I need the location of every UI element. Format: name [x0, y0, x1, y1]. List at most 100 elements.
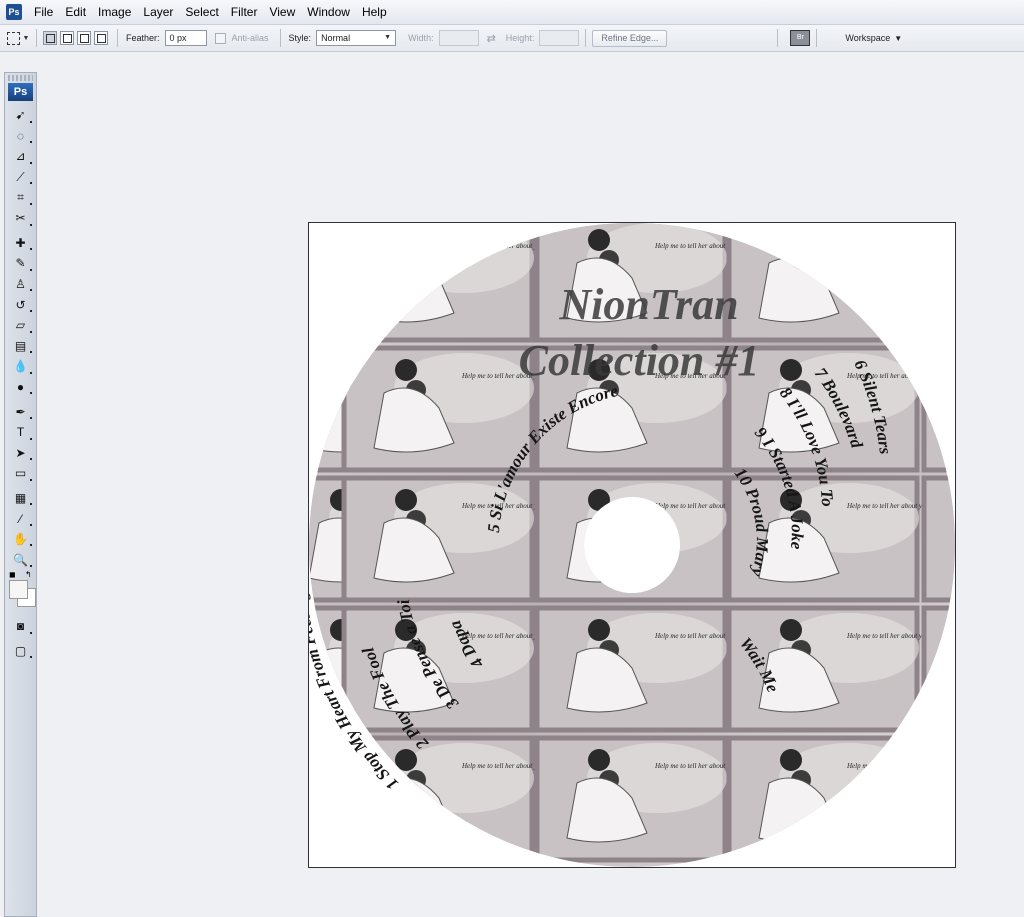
tile-caption: Help me to tell her about you	[654, 502, 738, 510]
brush-tool[interactable]: ✎	[5, 253, 36, 274]
menu-help[interactable]: Help	[356, 0, 393, 24]
tile-caption: Help me to tell her about you	[846, 502, 930, 510]
width-input[interactable]	[438, 30, 479, 46]
default-colors-icon[interactable]: ◼	[9, 570, 16, 579]
divider	[117, 29, 118, 47]
tools-panel: Ps ➹ ◌ ⊿ ⟋ ⌗ ✂ ✚ ✎ ♙ ↺ ▱ ▤ 💧 ● ✒ T ➤ ▭ ▦ ⁄ ✋ 🔍 ◼ ↰ ◙ ▢	[4, 72, 37, 917]
photo-tile: Help me to tell her about you	[921, 735, 955, 863]
photoshop-logo[interactable]: Ps	[8, 83, 33, 101]
add-to-selection-button[interactable]	[60, 31, 74, 45]
divider	[36, 29, 37, 47]
menu-image[interactable]: Image	[92, 0, 137, 24]
bridge-icon[interactable]: Br	[790, 30, 811, 46]
style-select[interactable]: Normal ▼	[316, 30, 397, 46]
rectangle-tool[interactable]: ▭	[5, 463, 36, 484]
height-input[interactable]	[539, 30, 580, 46]
photo-tile: Help me to tell her about you	[921, 223, 955, 343]
history-brush-tool[interactable]: ↺	[5, 294, 36, 315]
menu-filter[interactable]: Filter	[225, 0, 264, 24]
quick-mask-tool[interactable]: ◙	[5, 616, 36, 637]
notes-tool[interactable]: ▦	[5, 488, 36, 509]
divider	[585, 29, 587, 47]
feather-label: Feather:	[126, 33, 160, 43]
photo-tile: Help me to tell her about you	[921, 345, 955, 473]
menu-edit[interactable]: Edit	[59, 0, 92, 24]
tile-caption: Help me to tell her about you	[461, 242, 545, 250]
switch-colors-icon[interactable]: ↰	[25, 570, 32, 579]
photo-tile: Help me to tell her about you	[921, 605, 955, 733]
clone-stamp-tool[interactable]: ♙	[5, 274, 36, 295]
chevron-down-icon: ▼	[22, 34, 30, 42]
intersect-selection-icon	[97, 34, 106, 43]
width-label: Width:	[408, 33, 434, 43]
eyedropper-tool[interactable]: ⁄	[5, 508, 36, 529]
photo-tile: Help me to tell her about you	[534, 605, 738, 733]
document-canvas[interactable]: Help me to tell her about you Help me to …	[308, 222, 956, 868]
photo-tile: Help me to tell her about you	[726, 735, 930, 863]
menu-bar: Ps File Edit Image Layer Select Filter V…	[0, 0, 1024, 25]
move-tool[interactable]: ➹	[5, 105, 36, 126]
photo-tile: Help me to tell her about you	[726, 223, 930, 343]
hand-tool[interactable]: ✋	[5, 529, 36, 550]
magic-wand-tool[interactable]: ⟋	[5, 167, 36, 188]
tile-caption: Help me to tell her about you	[846, 762, 930, 770]
rectangular-marquee-icon	[6, 31, 20, 45]
cd-title-line1: NionTran	[558, 280, 738, 329]
eraser-tool[interactable]: ▱	[5, 315, 36, 336]
divider	[777, 29, 779, 47]
new-selection-button[interactable]	[43, 31, 57, 45]
lasso-tool[interactable]: ◌	[5, 126, 36, 147]
menu-window[interactable]: Window	[301, 0, 356, 24]
screen-mode-tool[interactable]: ▢	[5, 641, 36, 662]
zoom-tool[interactable]: 🔍	[5, 549, 36, 570]
antialias-label: Anti-alias	[231, 33, 269, 43]
tool-preset-picker[interactable]: ▼	[6, 29, 30, 47]
panel-grip[interactable]	[8, 75, 33, 81]
antialias-checkbox[interactable]	[214, 32, 226, 44]
intersect-selection-button[interactable]	[94, 31, 108, 45]
foreground-color-swatch[interactable]	[9, 580, 28, 600]
polygonal-lasso-tool[interactable]: ⊿	[5, 146, 36, 167]
blur-tool[interactable]: 💧	[5, 356, 36, 377]
tile-caption: Help me to tell her about you	[846, 242, 930, 250]
photo-tile: Help me to tell her about you	[921, 475, 955, 603]
menu-view[interactable]: View	[263, 0, 301, 24]
new-selection-icon	[46, 34, 55, 43]
tile-caption: Help me to tell her about you	[846, 632, 930, 640]
photo-tile: Help me to tell her about you	[341, 475, 545, 603]
style-label: Style:	[288, 33, 312, 43]
subtract-from-selection-button[interactable]	[77, 31, 91, 45]
subtract-selection-icon	[80, 34, 89, 43]
style-select-value: Normal	[321, 33, 351, 43]
divider	[816, 29, 818, 47]
cd-title-line2: Collection #1	[519, 336, 760, 385]
menu-file[interactable]: File	[28, 0, 59, 24]
refine-edge-button[interactable]: Refine Edge...	[592, 29, 668, 47]
workspace-menu[interactable]: Workspace ▼	[845, 33, 902, 43]
swap-icon[interactable]: ⇄	[487, 32, 496, 45]
mode-tools: ◙ ▢	[5, 616, 36, 661]
tile-caption: Help me to tell her about you	[654, 762, 738, 770]
options-bar: ▼ Feather: 0 px Anti-alias Style: Normal…	[0, 25, 1024, 52]
tile-caption: Help me to tell her about you	[654, 632, 738, 640]
feather-input[interactable]: 0 px	[164, 30, 207, 46]
menu-select[interactable]: Select	[179, 0, 224, 24]
slice-tool[interactable]: ✂	[5, 208, 36, 229]
dodge-tool[interactable]: ●	[5, 377, 36, 398]
tile-caption: Help me to tell her about you	[654, 242, 738, 250]
gradient-tool[interactable]: ▤	[5, 336, 36, 357]
type-tool[interactable]: T	[5, 422, 36, 443]
photoshop-app-icon[interactable]: Ps	[6, 4, 22, 20]
crop-tool[interactable]: ⌗	[5, 187, 36, 208]
menu-layer[interactable]: Layer	[137, 0, 179, 24]
tile-caption: Help me to tell her about you	[461, 632, 545, 640]
add-selection-icon	[63, 34, 72, 43]
color-swatches: ◼ ↰	[5, 570, 36, 612]
photo-tile: Help me to tell her about you	[534, 735, 738, 863]
workspace-label: Workspace	[845, 33, 891, 43]
chevron-down-icon: ▼	[894, 33, 903, 43]
path-selection-tool[interactable]: ➤	[5, 443, 36, 464]
tile-caption: Help me to tell her about you	[461, 762, 545, 770]
pen-tool[interactable]: ✒	[5, 401, 36, 422]
healing-brush-tool[interactable]: ✚	[5, 233, 36, 254]
